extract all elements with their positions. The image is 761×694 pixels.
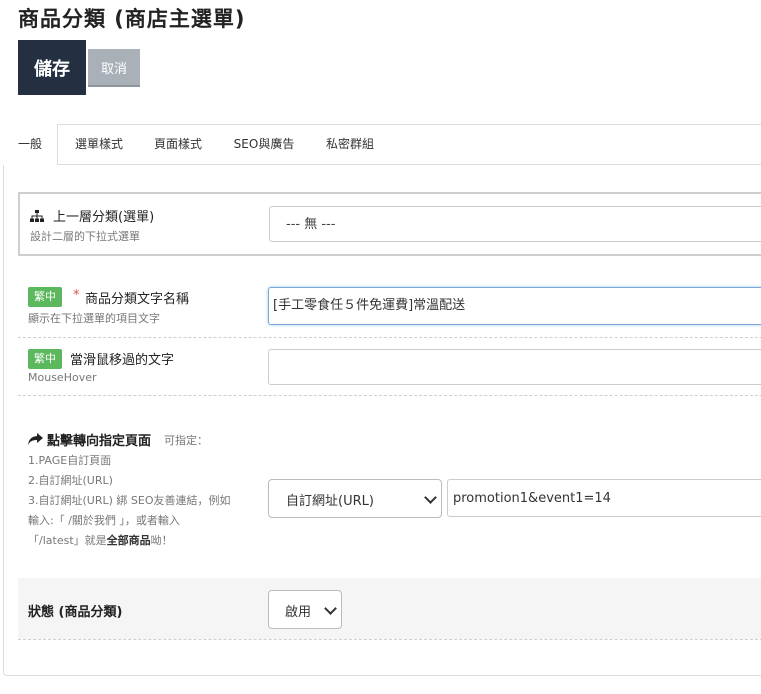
row-divider — [18, 639, 761, 640]
category-name-label: 商品分類文字名稱 — [85, 292, 190, 307]
redirect-hint-line: 2.自訂網址(URL) — [28, 474, 113, 487]
hover-text-input[interactable] — [268, 349, 761, 385]
tab-page-style[interactable]: 頁面樣式 — [144, 124, 212, 165]
status-select[interactable]: 啟用 — [268, 590, 342, 629]
parent-category-hint: 設計二層的下拉式選單 — [30, 230, 140, 243]
row-divider — [18, 337, 761, 338]
lang-badge-zh: 繁中 — [28, 287, 62, 307]
chevron-down-icon — [424, 491, 437, 504]
redirect-type-value: 自訂網址(URL) — [286, 494, 374, 509]
chevron-down-icon — [324, 602, 337, 615]
redirect-hint-last-line: 「/latest」就是全部商品呦！ — [28, 532, 173, 548]
required-mark: * — [73, 288, 80, 303]
redirect-hint-text: 「/latest」就是 — [28, 534, 107, 547]
tab-private-group[interactable]: 私密群組 — [316, 124, 384, 165]
parent-category-select[interactable]: --- 無 --- — [269, 206, 761, 242]
redirect-hint-text: 呦！ — [150, 534, 173, 547]
share-arrow-icon — [28, 431, 43, 450]
redirect-url-input[interactable]: promotion1&event1=14 — [447, 479, 761, 517]
redirect-hint-line: 1.PAGE自訂頁面 — [28, 454, 112, 467]
page-title: 商品分類 (商店主選單) — [18, 7, 246, 31]
redirect-label: 點擊轉向指定頁面 — [47, 434, 152, 449]
redirect-hint-line: 輸入:「 /關於我們 」，或者輸入 — [28, 514, 180, 527]
hover-text-label: 當滑鼠移過的文字 — [70, 353, 175, 368]
lang-badge-zh: 繁中 — [28, 349, 62, 369]
cancel-button[interactable]: 取消 — [88, 49, 140, 87]
status-row — [18, 578, 761, 639]
status-value: 啟用 — [285, 605, 312, 620]
tab-bar: 一般 選單樣式 頁面樣式 SEO與廣告 私密群組 — [3, 124, 761, 165]
category-name-input[interactable]: [手工零食任５件免運費]常溫配送 — [268, 287, 761, 325]
redirect-type-select[interactable]: 自訂網址(URL) — [268, 479, 442, 518]
tab-general[interactable]: 一般 — [3, 124, 58, 165]
category-name-hint: 顯示在下拉選單的項目文字 — [28, 312, 160, 325]
redirect-hint-line: 3.自訂網址(URL) 綁 SEO友善連結，例如 — [28, 494, 231, 507]
tab-menu-style[interactable]: 選單樣式 — [65, 124, 133, 165]
row-divider — [18, 395, 761, 396]
redirect-hint-bold: 全部商品 — [106, 534, 151, 547]
hover-text-hint: MouseHover — [28, 371, 97, 384]
tab-seo-ads[interactable]: SEO與廣告 — [225, 124, 303, 165]
parent-category-label: 上一層分類(選單) — [53, 210, 155, 225]
sitemap-icon — [30, 207, 44, 226]
status-label: 狀態 (商品分類) — [28, 605, 123, 620]
save-button[interactable]: 儲存 — [18, 40, 86, 95]
redirect-label-note: 可指定： — [164, 434, 208, 447]
